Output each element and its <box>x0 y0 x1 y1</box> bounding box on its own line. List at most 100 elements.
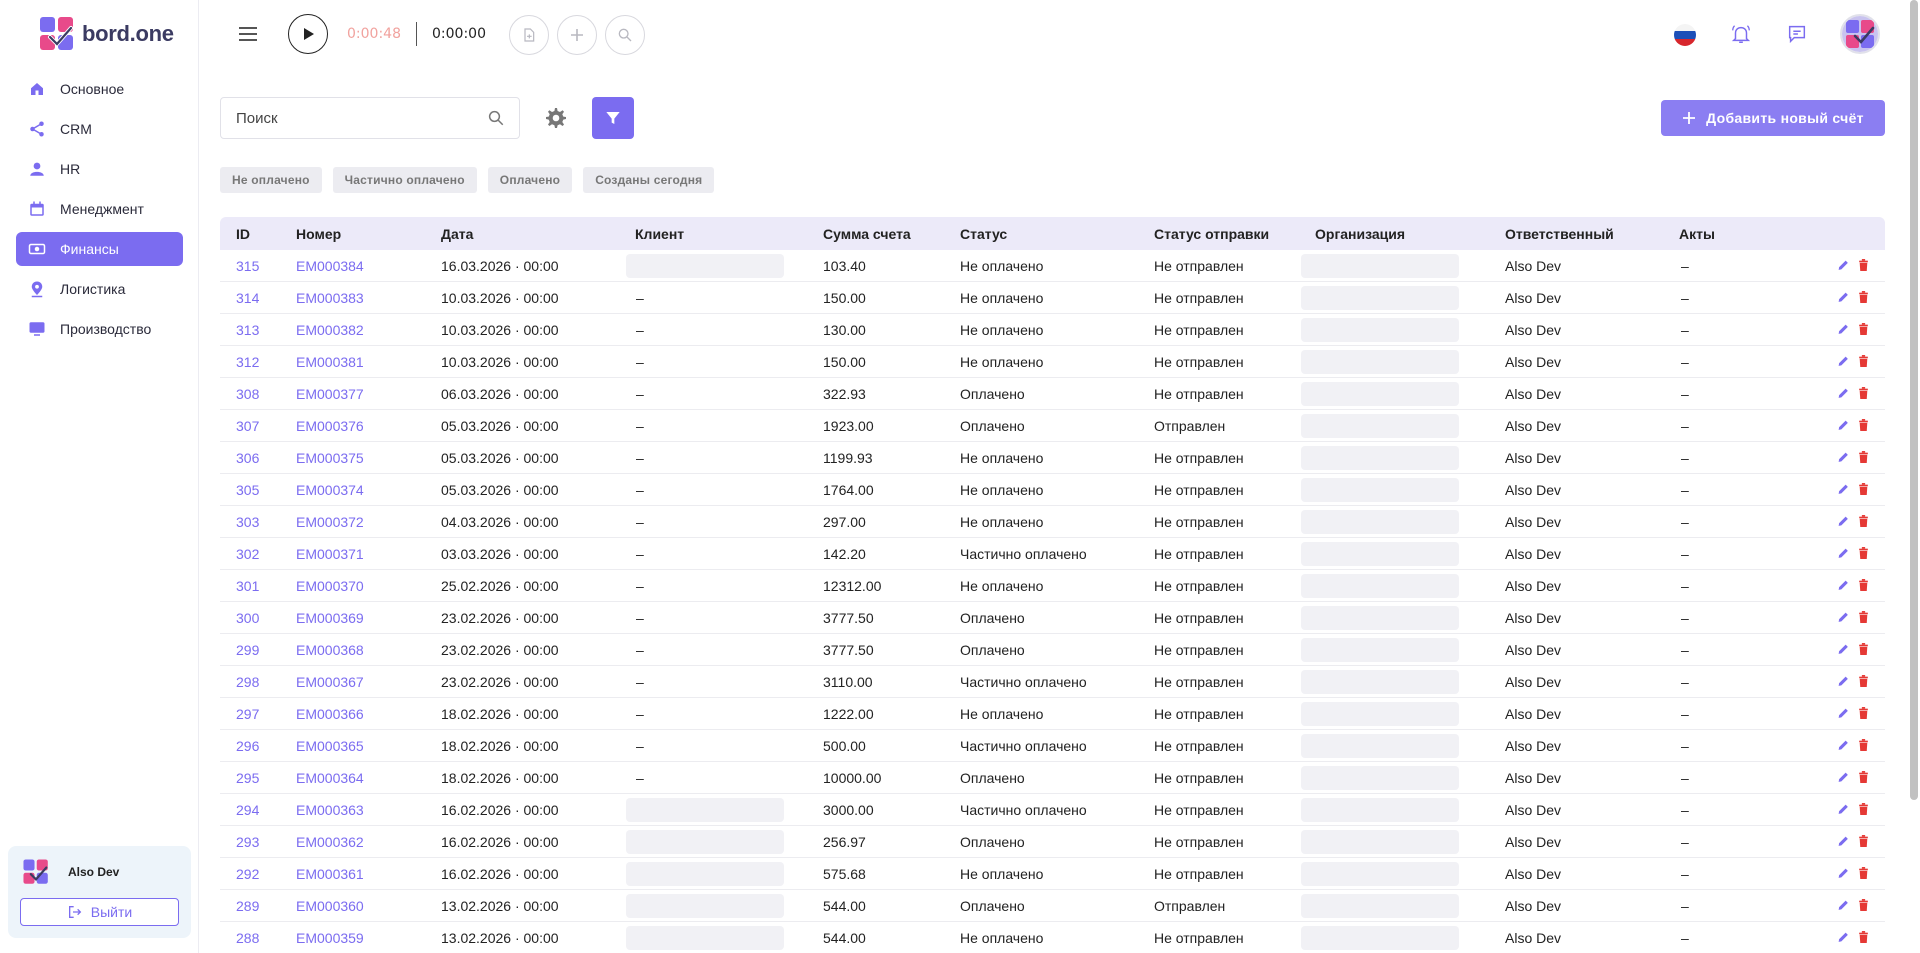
column-header-responsible[interactable]: Ответственный <box>1505 226 1614 242</box>
cell-id[interactable]: 302 <box>236 546 259 562</box>
cell-id[interactable]: 300 <box>236 610 259 626</box>
page-scrollbar[interactable] <box>1910 0 1918 800</box>
play-button[interactable] <box>288 14 328 54</box>
cell-id[interactable]: 313 <box>236 322 259 338</box>
cell-id[interactable]: 292 <box>236 866 259 882</box>
table-row[interactable]: 298 EM000367 23.02.2026 · 00:00 – 3110.0… <box>220 666 1885 698</box>
cell-number[interactable]: EM000370 <box>296 578 364 594</box>
column-header-id[interactable]: ID <box>236 226 250 242</box>
table-row[interactable]: 312 EM000381 10.03.2026 · 00:00 – 150.00… <box>220 346 1885 378</box>
column-header-send-status[interactable]: Статус отправки <box>1154 226 1269 242</box>
table-row[interactable]: 306 EM000375 05.03.2026 · 00:00 – 1199.9… <box>220 442 1885 474</box>
column-header-client[interactable]: Клиент <box>635 226 684 242</box>
edit-pencil-icon[interactable] <box>1837 770 1850 784</box>
search-input[interactable] <box>236 109 476 127</box>
cell-number[interactable]: EM000363 <box>296 802 364 818</box>
column-header-sum[interactable]: Сумма счета <box>823 226 911 242</box>
sidebar-item-crm[interactable]: CRM <box>16 112 183 146</box>
cell-id[interactable]: 308 <box>236 386 259 402</box>
cell-id[interactable]: 298 <box>236 674 259 690</box>
add-button[interactable] <box>557 15 597 55</box>
edit-pencil-icon[interactable] <box>1837 930 1850 944</box>
cell-id[interactable]: 296 <box>236 738 259 754</box>
delete-trash-icon[interactable] <box>1857 738 1870 752</box>
table-row[interactable]: 297 EM000366 18.02.2026 · 00:00 – 1222.0… <box>220 698 1885 730</box>
cell-number[interactable]: EM000384 <box>296 258 364 274</box>
cell-id[interactable]: 289 <box>236 898 259 914</box>
task-button[interactable] <box>509 15 549 55</box>
language-flag-icon[interactable] <box>1674 24 1696 46</box>
sidebar-item-production[interactable]: Производство <box>16 312 183 346</box>
cell-id[interactable]: 294 <box>236 802 259 818</box>
table-row[interactable]: 288 EM000359 13.02.2026 · 00:00 544.00 Н… <box>220 922 1885 953</box>
column-header-date[interactable]: Дата <box>441 226 473 242</box>
edit-pencil-icon[interactable] <box>1837 546 1850 560</box>
cell-number[interactable]: EM000371 <box>296 546 364 562</box>
delete-trash-icon[interactable] <box>1857 642 1870 656</box>
filter-chip-unpaid[interactable]: Не оплачено <box>220 167 322 193</box>
notifications-bell-icon[interactable] <box>1729 22 1753 46</box>
cell-number[interactable]: EM000369 <box>296 610 364 626</box>
filter-chip-created-today[interactable]: Созданы сегодня <box>583 167 715 193</box>
cell-number[interactable]: EM000359 <box>296 930 364 946</box>
delete-trash-icon[interactable] <box>1857 546 1870 560</box>
cell-number[interactable]: EM000377 <box>296 386 364 402</box>
edit-pencil-icon[interactable] <box>1837 706 1850 720</box>
edit-pencil-icon[interactable] <box>1837 418 1850 432</box>
cell-number[interactable]: EM000383 <box>296 290 364 306</box>
cell-id[interactable]: 306 <box>236 450 259 466</box>
delete-trash-icon[interactable] <box>1857 802 1870 816</box>
column-header-status[interactable]: Статус <box>960 226 1007 242</box>
sidebar-item-management[interactable]: Менеджмент <box>16 192 183 226</box>
table-row[interactable]: 289 EM000360 13.02.2026 · 00:00 544.00 О… <box>220 890 1885 922</box>
delete-trash-icon[interactable] <box>1857 290 1870 304</box>
sidebar-item-logistics[interactable]: Логистика <box>16 272 183 306</box>
cell-number[interactable]: EM000362 <box>296 834 364 850</box>
cell-number[interactable]: EM000381 <box>296 354 364 370</box>
cell-id[interactable]: 312 <box>236 354 259 370</box>
filter-chip-partially-paid[interactable]: Частично оплачено <box>332 167 477 193</box>
table-row[interactable]: 302 EM000371 03.03.2026 · 00:00 – 142.20… <box>220 538 1885 570</box>
cell-id[interactable]: 314 <box>236 290 259 306</box>
cell-number[interactable]: EM000366 <box>296 706 364 722</box>
cell-number[interactable]: EM000375 <box>296 450 364 466</box>
edit-pencil-icon[interactable] <box>1837 482 1850 496</box>
table-row[interactable]: 303 EM000372 04.03.2026 · 00:00 – 297.00… <box>220 506 1885 538</box>
delete-trash-icon[interactable] <box>1857 866 1870 880</box>
delete-trash-icon[interactable] <box>1857 674 1870 688</box>
table-row[interactable]: 301 EM000370 25.02.2026 · 00:00 – 12312.… <box>220 570 1885 602</box>
edit-pencil-icon[interactable] <box>1837 834 1850 848</box>
delete-trash-icon[interactable] <box>1857 418 1870 432</box>
edit-pencil-icon[interactable] <box>1837 386 1850 400</box>
chat-icon[interactable] <box>1785 22 1809 46</box>
cell-id[interactable]: 301 <box>236 578 259 594</box>
settings-gear-icon[interactable] <box>543 106 567 130</box>
delete-trash-icon[interactable] <box>1857 770 1870 784</box>
cell-number[interactable]: EM000367 <box>296 674 364 690</box>
edit-pencil-icon[interactable] <box>1837 578 1850 592</box>
delete-trash-icon[interactable] <box>1857 386 1870 400</box>
cell-id[interactable]: 299 <box>236 642 259 658</box>
table-row[interactable]: 299 EM000368 23.02.2026 · 00:00 – 3777.5… <box>220 634 1885 666</box>
cell-number[interactable]: EM000376 <box>296 418 364 434</box>
cell-id[interactable]: 288 <box>236 930 259 946</box>
delete-trash-icon[interactable] <box>1857 322 1870 336</box>
edit-pencil-icon[interactable] <box>1837 322 1850 336</box>
sidebar-item-finance[interactable]: Финансы <box>16 232 183 266</box>
table-row[interactable]: 315 EM000384 16.03.2026 · 00:00 103.40 Н… <box>220 250 1885 282</box>
cell-id[interactable]: 305 <box>236 482 259 498</box>
cell-id[interactable]: 295 <box>236 770 259 786</box>
delete-trash-icon[interactable] <box>1857 834 1870 848</box>
app-logo[interactable]: bord.one <box>38 16 174 52</box>
cell-id[interactable]: 315 <box>236 258 259 274</box>
column-header-number[interactable]: Номер <box>296 226 341 242</box>
user-avatar[interactable] <box>1840 14 1880 54</box>
edit-pencil-icon[interactable] <box>1837 514 1850 528</box>
column-header-acts[interactable]: Акты <box>1679 226 1715 242</box>
edit-pencil-icon[interactable] <box>1837 866 1850 880</box>
add-invoice-button[interactable]: Добавить новый счёт <box>1661 100 1885 136</box>
cell-number[interactable]: EM000374 <box>296 482 364 498</box>
edit-pencil-icon[interactable] <box>1837 738 1850 752</box>
cell-id[interactable]: 293 <box>236 834 259 850</box>
table-row[interactable]: 307 EM000376 05.03.2026 · 00:00 – 1923.0… <box>220 410 1885 442</box>
